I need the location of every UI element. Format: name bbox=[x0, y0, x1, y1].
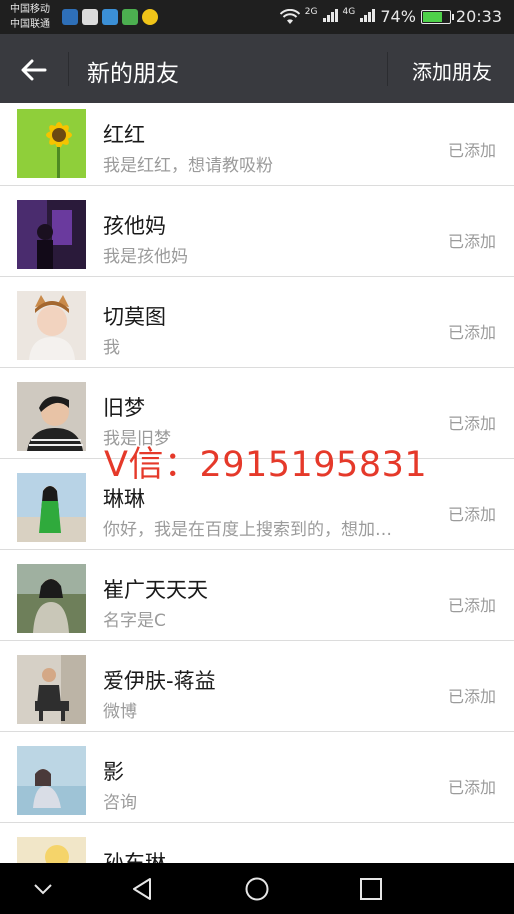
friend-name: 琳琳 bbox=[103, 487, 145, 511]
child-cat-ears-avatar bbox=[17, 291, 86, 360]
partial-avatar bbox=[17, 837, 86, 863]
nav-back-icon bbox=[133, 877, 151, 900]
signal-bars-icon bbox=[322, 8, 338, 22]
navigation-bar bbox=[0, 863, 514, 914]
friend-name: 爱伊肤-蒋益 bbox=[103, 669, 216, 693]
list-item[interactable]: 崔广天天天 名字是C 已添加 bbox=[0, 550, 514, 641]
added-status: 已添加 bbox=[447, 505, 496, 524]
title-divider bbox=[68, 52, 69, 86]
added-status: 已添加 bbox=[447, 414, 496, 433]
friend-message: 我是孩他妈 bbox=[103, 247, 188, 267]
carrier-info: 中国移动 中国联通 bbox=[10, 2, 50, 32]
added-status: 已添加 bbox=[447, 596, 496, 615]
added-status: 已添加 bbox=[447, 141, 496, 160]
back-button[interactable] bbox=[14, 50, 54, 90]
nav-recents-icon bbox=[360, 877, 382, 900]
friend-message: 我是红红，想请教吸粉 bbox=[103, 156, 273, 176]
status-bar: 中国移动 中国联通 2G 4G 74% 20:33 bbox=[0, 0, 514, 34]
network-type-1: 2G bbox=[304, 7, 318, 17]
friend-name: 切莫图 bbox=[103, 305, 166, 329]
nav-home-icon bbox=[245, 877, 269, 900]
nav-home-button[interactable] bbox=[227, 863, 287, 914]
friend-name: 红红 bbox=[103, 123, 145, 147]
contact-overlay-text: V信：2915195831 bbox=[104, 445, 428, 485]
signal-1: 2G bbox=[305, 7, 338, 26]
battery-fill bbox=[422, 11, 443, 22]
friend-name: 孙东琳 bbox=[103, 851, 166, 863]
added-status: 已添加 bbox=[447, 778, 496, 797]
friend-message: 我 bbox=[103, 338, 120, 358]
added-status: 已添加 bbox=[447, 323, 496, 342]
list-item[interactable]: 爱伊肤-蒋益 微博 已添加 bbox=[0, 641, 514, 732]
page-title: 新的朋友 bbox=[87, 61, 179, 87]
young-man-avatar bbox=[17, 382, 86, 451]
friend-message: 你好，我是在百度上搜索到的，想加… bbox=[103, 520, 392, 540]
dark-room-avatar bbox=[17, 200, 86, 269]
list-item[interactable]: 孩他妈 我是孩他妈 已添加 bbox=[0, 186, 514, 277]
eye-app-icon bbox=[142, 9, 158, 25]
status-right: 2G 4G 74% 20:33 bbox=[279, 7, 502, 26]
chevron-down-icon bbox=[34, 883, 52, 894]
wifi-icon bbox=[279, 8, 300, 24]
friend-name: 影 bbox=[103, 760, 124, 784]
friend-name: 孩他妈 bbox=[103, 214, 166, 238]
added-status: 已添加 bbox=[447, 232, 496, 251]
friend-message: 名字是C bbox=[103, 611, 166, 631]
sunflower-avatar bbox=[17, 109, 86, 178]
lock-icon bbox=[62, 9, 78, 25]
carrier-2: 中国联通 bbox=[10, 19, 50, 30]
signal-bars-icon bbox=[360, 8, 376, 22]
network-type-2: 4G bbox=[342, 7, 356, 17]
nav-recents-button[interactable] bbox=[341, 863, 401, 914]
carrier-1: 中国移动 bbox=[10, 4, 50, 15]
list-item[interactable]: 切莫图 我 已添加 bbox=[0, 277, 514, 368]
collapse-button[interactable] bbox=[13, 863, 73, 914]
battery-percent: 74% bbox=[380, 7, 416, 26]
list-item[interactable]: 孙东琳 bbox=[0, 823, 514, 863]
list-item[interactable]: 红红 我是红红，想请教吸粉 已添加 bbox=[0, 103, 514, 186]
list-item[interactable]: 影 咨询 已添加 bbox=[0, 732, 514, 823]
woman-outdoor-avatar bbox=[17, 564, 86, 633]
girl-seaside-avatar bbox=[17, 746, 86, 815]
battery-icon bbox=[420, 9, 454, 24]
video-app-icon bbox=[102, 9, 118, 25]
friend-message: 微博 bbox=[103, 702, 137, 722]
friend-name: 崔广天天天 bbox=[103, 578, 208, 602]
add-friend-button[interactable]: 添加朋友 bbox=[412, 56, 492, 85]
action-divider bbox=[387, 52, 388, 86]
man-sitting-avatar bbox=[17, 655, 86, 724]
nav-back-button[interactable] bbox=[112, 863, 172, 914]
arrow-left-icon bbox=[21, 59, 47, 81]
signal-2: 4G bbox=[343, 7, 376, 26]
woman-green-dress-avatar bbox=[17, 473, 86, 542]
title-bar: 新的朋友 添加朋友 bbox=[0, 34, 514, 103]
notification-icons bbox=[62, 9, 158, 25]
friend-name: 旧梦 bbox=[103, 396, 145, 420]
clock: 20:33 bbox=[455, 7, 502, 26]
friend-message: 咨询 bbox=[103, 793, 137, 813]
added-status: 已添加 bbox=[447, 687, 496, 706]
wechat-icon bbox=[82, 9, 98, 25]
play-app-icon bbox=[122, 9, 138, 25]
